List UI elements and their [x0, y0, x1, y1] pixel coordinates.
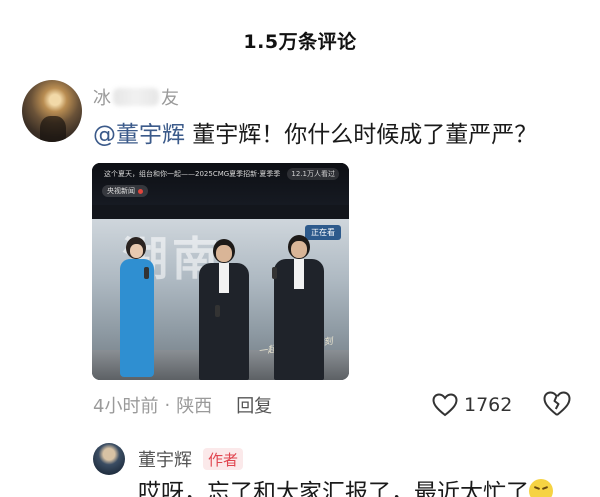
reply-button[interactable]: 回复 [236, 392, 272, 418]
author-comment-text: 哎呀，忘了和大家汇报了，最近太忙了 [138, 478, 553, 497]
like-button[interactable]: 1762 [432, 390, 512, 420]
mention-link[interactable]: @董宇辉 [93, 122, 185, 148]
video-channel: 央视新闻 [102, 185, 148, 197]
comment-count-title: 1.5万条评论 [243, 30, 357, 53]
avatar[interactable] [22, 80, 82, 142]
video-thumbnail[interactable]: 这个夏天，组台和你一起——2025CMG夏季招新·夏季季 12.1万人看过 央视… [92, 163, 349, 380]
dislike-button[interactable] [542, 390, 572, 420]
username-suffix: 友 [161, 88, 179, 109]
grimace-emoji-icon [529, 479, 553, 497]
video-top-bar: 这个夏天，组台和你一起——2025CMG夏季招新·夏季季 12.1万人看过 央视… [92, 163, 349, 205]
author-badge: 作者 [203, 448, 244, 470]
video-scene: 湖南 正在看 一起迎夏 高光时刻 [92, 219, 349, 380]
host-woman [116, 237, 158, 380]
author-username[interactable]: 董宇辉 [138, 446, 192, 472]
host-man-center [197, 239, 251, 380]
video-banner-text: 这个夏天，组台和你一起——2025CMG夏季招新·夏季季 [104, 170, 281, 178]
comment-time: 4小时前 [93, 396, 159, 417]
author-comment-body: 哎呀，忘了和大家汇报了，最近太忙了 [138, 480, 529, 497]
comment-body: 董宇辉！你什么时候成了董严严？ [185, 122, 538, 148]
comment-location: 陕西 [176, 396, 213, 417]
heart-outline-icon [432, 393, 458, 417]
comment-username[interactable]: 冰 友 [93, 84, 179, 110]
username-prefix: 冰 [93, 88, 111, 109]
comments-header: 1.5万条评论 [0, 0, 600, 80]
author-avatar[interactable] [93, 443, 125, 475]
username-blur-mask [113, 88, 159, 106]
like-count: 1762 [464, 394, 513, 416]
host-man-right [272, 235, 326, 380]
broken-heart-icon [543, 391, 571, 416]
live-dot-icon [138, 188, 143, 194]
video-viewers: 12.1万人看过 [287, 168, 339, 180]
comment-text: @董宇辉 董宇辉！你什么时候成了董严严？ [93, 118, 537, 152]
comment-meta: 4小时前 · 陕西 回复 [93, 391, 272, 419]
meta-separator: · [164, 394, 171, 416]
